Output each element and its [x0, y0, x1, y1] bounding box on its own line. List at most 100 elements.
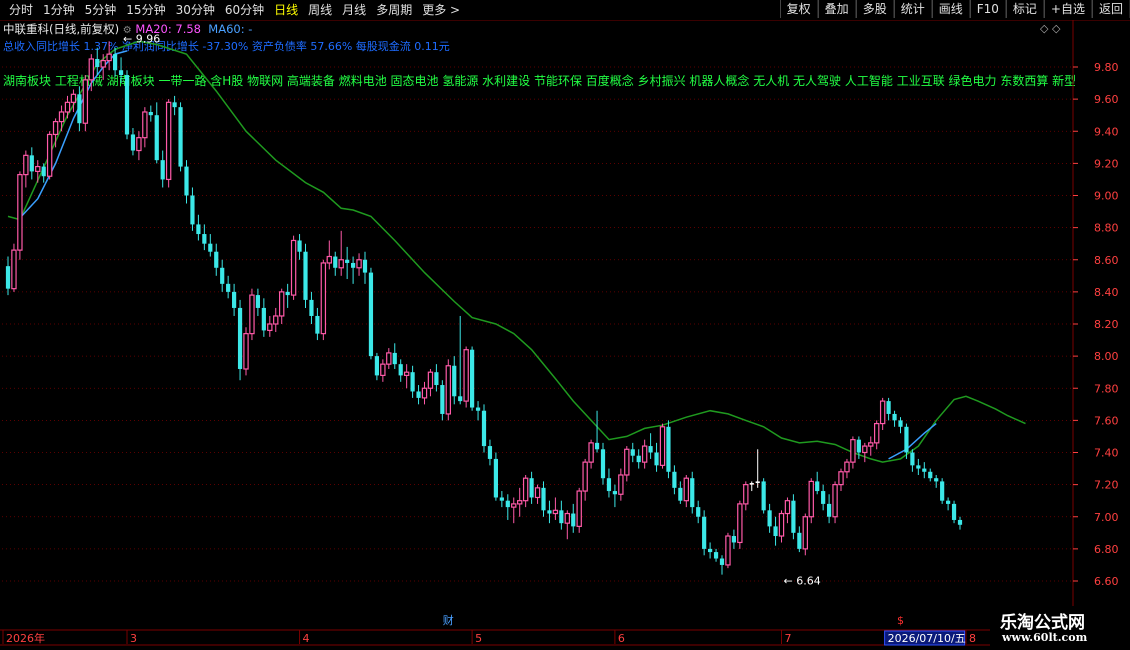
candle-body-6 — [41, 166, 46, 177]
candle-body-41 — [249, 294, 255, 335]
candle-body-137 — [821, 491, 826, 504]
candle-body-83 — [499, 497, 504, 501]
candle-body-108 — [648, 446, 653, 453]
candle-body-145 — [868, 442, 874, 447]
y-tick-label-2: 7.00 — [1094, 511, 1119, 524]
ma20-line — [7, 40, 1026, 463]
candle-body-8 — [52, 121, 59, 136]
y-tick-label-9: 8.40 — [1094, 286, 1119, 299]
candle-body-66 — [398, 364, 403, 376]
candle-body-84 — [505, 500, 510, 508]
candle-body-33 — [202, 234, 207, 244]
candle-body-16 — [100, 59, 106, 68]
event-marker-1: $ — [897, 614, 904, 627]
candle-body-78 — [470, 349, 475, 408]
candle-body-77 — [463, 349, 469, 402]
candle-body-153 — [916, 465, 921, 469]
candle-body-63 — [380, 363, 386, 376]
candle-body-35 — [214, 251, 219, 268]
y-tick-label-13: 9.20 — [1094, 157, 1119, 170]
candle-body-128 — [767, 510, 772, 527]
y-tick-label-5: 7.60 — [1094, 414, 1119, 427]
candle-body-126 — [755, 481, 760, 484]
candle-body-59 — [356, 259, 362, 269]
candle-body-120 — [719, 558, 725, 565]
y-tick-label-15: 9.60 — [1094, 93, 1119, 106]
y-tick-label-8: 8.20 — [1094, 318, 1119, 331]
candle-body-93 — [559, 510, 564, 524]
candle-body-112 — [672, 471, 677, 488]
candle-body-148 — [886, 401, 891, 414]
candle-body-13 — [82, 79, 89, 124]
candle-body-102 — [612, 491, 617, 495]
candle-body-0 — [5, 266, 11, 289]
candle-body-154 — [922, 468, 927, 472]
candle-body-75 — [452, 365, 457, 397]
candle-body-37 — [226, 283, 231, 292]
candle-body-12 — [77, 94, 82, 124]
candle-body-86 — [516, 500, 523, 505]
candle-body-155 — [928, 471, 933, 479]
y-tick-label-4: 7.40 — [1094, 447, 1119, 460]
candle-body-70 — [421, 387, 428, 399]
candle-body-107 — [641, 445, 648, 463]
candle-body-25 — [154, 115, 159, 161]
candle-body-150 — [898, 420, 903, 427]
candle-body-135 — [808, 480, 814, 518]
candle-body-118 — [708, 548, 713, 553]
y-tick-label-7: 8.00 — [1094, 350, 1119, 363]
x-tick-label-6: 8 — [969, 632, 976, 645]
candle-body-124 — [743, 484, 749, 505]
y-tick-label-16: 9.80 — [1094, 61, 1119, 74]
y-tick-label-3: 7.20 — [1094, 479, 1119, 492]
candle-body-101 — [606, 478, 612, 492]
x-tick-label-1: 3 — [130, 632, 137, 645]
candle-body-85 — [511, 503, 517, 508]
candle-body-19 — [118, 70, 124, 76]
x-tick-label-2: 4 — [303, 632, 310, 645]
candle-body-9 — [58, 111, 65, 123]
candle-body-143 — [856, 439, 861, 453]
logo-line1: 乐淘公式网 — [1000, 613, 1085, 633]
candle-body-151 — [904, 426, 909, 453]
candle-body-15 — [95, 58, 100, 67]
candle-body-160 — [957, 519, 963, 525]
candle-body-1 — [11, 249, 17, 290]
candle-body-42 — [255, 295, 260, 308]
candle-body-28 — [172, 102, 177, 108]
candle-body-32 — [196, 224, 201, 235]
candle-body-55 — [333, 256, 338, 268]
x-tick-label-3: 5 — [475, 632, 482, 645]
candle-body-47 — [285, 291, 290, 296]
candle-body-109 — [654, 452, 659, 466]
candle-body-79 — [475, 407, 481, 411]
candle-body-105 — [630, 449, 635, 456]
candle-body-27 — [165, 101, 172, 181]
candle-body-131 — [784, 500, 791, 515]
candle-body-3 — [23, 154, 29, 176]
candle-body-95 — [571, 513, 576, 527]
candle-body-57 — [345, 259, 350, 263]
candle-body-121 — [725, 535, 731, 566]
candle-body-30 — [184, 166, 189, 196]
candle-body-18 — [113, 54, 118, 71]
candle-body-158 — [946, 500, 951, 504]
candle-body-62 — [374, 356, 379, 376]
y-tick-label-10: 8.60 — [1094, 254, 1119, 267]
candlestick-chart[interactable]: 6.60 6.80 7.00 7.20 7.40 7.60 7.80 8.00 8.20 8.40… — [0, 0, 1130, 650]
event-marker-0: 财 — [443, 613, 454, 627]
y-tick-label-14: 9.40 — [1094, 125, 1119, 138]
candle-body-73 — [440, 385, 445, 414]
candle-body-144 — [862, 445, 868, 454]
candle-body-123 — [737, 503, 743, 544]
candle-body-44 — [267, 323, 273, 332]
candle-body-127 — [761, 481, 766, 511]
candle-body-117 — [702, 516, 707, 549]
candle-body-98 — [588, 442, 594, 463]
candle-body-119 — [713, 552, 719, 559]
candle-body-29 — [178, 107, 183, 167]
candle-body-49 — [297, 240, 302, 252]
watermark-logo: 乐淘公式网 www.60lt.com — [990, 606, 1130, 650]
candle-body-138 — [827, 503, 832, 517]
candle-body-141 — [844, 461, 850, 473]
